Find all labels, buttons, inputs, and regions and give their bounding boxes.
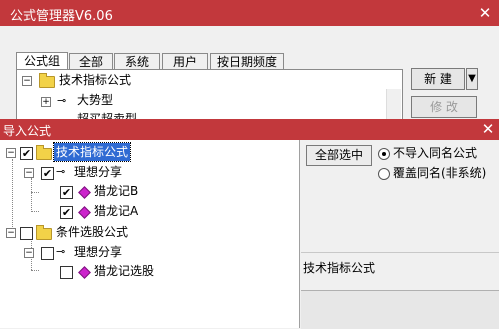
divider bbox=[301, 252, 499, 253]
tree-node-market-trend[interactable]: 大势型 bbox=[77, 91, 113, 109]
import-tree-panel[interactable]: − ✔ 技术指标公式 − ✔ ⊸ 理想分享 ✔ 猎龙记B ✔ 猎龙记A − 条件… bbox=[0, 140, 300, 328]
tree-node-tech-indicator[interactable]: 技术指标公式 bbox=[52, 142, 132, 162]
radio-icon[interactable] bbox=[378, 148, 390, 160]
collapse-icon[interactable]: − bbox=[24, 248, 34, 258]
checkbox-icon[interactable] bbox=[60, 266, 73, 279]
radio-icon[interactable] bbox=[378, 168, 390, 180]
tab-formula-group[interactable]: 公式组 bbox=[16, 52, 68, 70]
collapse-icon[interactable]: − bbox=[22, 76, 32, 86]
formula-icon: ⊸ bbox=[57, 94, 67, 107]
tree-node-ideal-share[interactable]: 理想分享 bbox=[74, 163, 122, 181]
tab-all[interactable]: 全部 bbox=[69, 53, 113, 70]
checkbox-icon[interactable]: ✔ bbox=[20, 147, 33, 160]
tree-guide bbox=[31, 211, 39, 212]
close-icon[interactable]: ✕ bbox=[480, 121, 496, 137]
tree-node-lielongji-b[interactable]: 猎龙记B bbox=[94, 182, 138, 200]
folder-icon bbox=[39, 73, 55, 88]
import-dialog-titlebar: 导入公式 ✕ bbox=[0, 119, 499, 140]
tree-node-tech-indicator[interactable]: 技术指标公式 bbox=[59, 71, 131, 89]
new-dropdown-button[interactable]: ▼ bbox=[466, 68, 478, 90]
info-label: 技术指标公式 bbox=[303, 261, 376, 275]
formula-icon bbox=[78, 186, 91, 199]
select-all-button[interactable]: 全部选中 bbox=[306, 145, 372, 166]
collapse-icon[interactable]: − bbox=[6, 148, 16, 158]
tree-guide bbox=[31, 192, 39, 193]
formula-icon: ⊸ bbox=[56, 245, 66, 258]
tree-guide bbox=[12, 159, 13, 231]
folder-icon bbox=[36, 225, 52, 240]
tree-node-condition-select[interactable]: 条件选股公式 bbox=[56, 223, 128, 241]
modify-button[interactable]: 修 改 bbox=[411, 96, 477, 118]
collapse-icon[interactable]: − bbox=[24, 168, 34, 178]
option-overwrite-same-name[interactable]: 覆盖同名(非系统) bbox=[393, 164, 486, 182]
formula-icon bbox=[78, 206, 91, 219]
checkbox-icon[interactable]: ✔ bbox=[60, 186, 73, 199]
info-textbox[interactable] bbox=[301, 290, 499, 329]
formula-manager-title: 公式管理器V6.06 bbox=[10, 9, 113, 24]
formula-icon: ⊸ bbox=[56, 165, 66, 178]
new-button[interactable]: 新 建 bbox=[411, 68, 465, 90]
import-dialog-title: 导入公式 bbox=[3, 124, 52, 138]
tree-node-ideal-share-2[interactable]: 理想分享 bbox=[74, 243, 122, 261]
formula-manager-titlebar: 公式管理器V6.06 ✕ bbox=[0, 0, 499, 26]
tree-guide bbox=[31, 270, 39, 271]
tree-guide bbox=[31, 178, 32, 210]
collapse-icon[interactable]: − bbox=[6, 228, 16, 238]
expand-icon[interactable]: + bbox=[41, 97, 51, 107]
checkbox-icon[interactable]: ✔ bbox=[41, 167, 54, 180]
formula-icon bbox=[78, 266, 91, 279]
tree-node-lielongji-select[interactable]: 猎龙记选股 bbox=[94, 262, 154, 280]
tab-by-date-frequency[interactable]: 按日期频度 bbox=[210, 53, 284, 70]
tab-system[interactable]: 系统 bbox=[114, 53, 160, 70]
tree-node-lielongji-a[interactable]: 猎龙记A bbox=[94, 202, 138, 220]
folder-icon bbox=[36, 145, 52, 160]
close-icon[interactable]: ✕ bbox=[477, 5, 493, 21]
checkbox-icon[interactable] bbox=[20, 227, 33, 240]
option-skip-same-name[interactable]: 不导入同名公式 bbox=[393, 144, 477, 162]
tab-user[interactable]: 用户 bbox=[162, 53, 208, 70]
checkbox-icon[interactable] bbox=[41, 247, 54, 260]
checkbox-icon[interactable]: ✔ bbox=[60, 206, 73, 219]
